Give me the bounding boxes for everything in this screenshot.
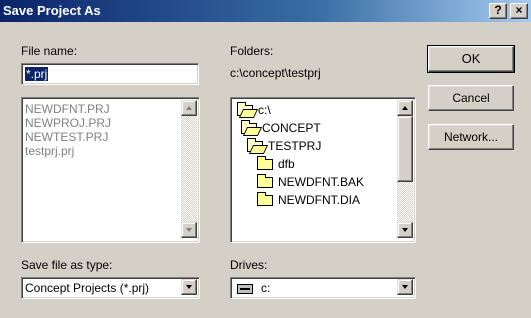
scroll-down-button[interactable] (397, 222, 413, 238)
folder-label: TESTPRJ (268, 139, 322, 153)
chevron-up-icon (402, 106, 408, 110)
hard-drive-icon (237, 284, 253, 294)
drives-dropdown-button[interactable] (397, 279, 413, 295)
scroll-up-button[interactable] (181, 100, 197, 116)
drives-value: c: (261, 281, 271, 295)
file-name-input[interactable]: *.prj (21, 63, 199, 85)
ok-button[interactable]: OK (427, 45, 515, 73)
file-list-item[interactable]: testprj.prj (25, 144, 74, 158)
save-type-label: Save file as type: (21, 258, 113, 272)
scroll-up-button[interactable] (397, 100, 413, 116)
file-list[interactable]: NEWDFNT.PRJ NEWPROJ.PRJ NEWTEST.PRJ test… (21, 97, 200, 243)
network-button[interactable]: Network... (428, 124, 514, 150)
save-type-value: Concept Projects (*.prj) (25, 281, 150, 295)
close-button[interactable]: × (510, 3, 528, 19)
title-bar: Save Project As ? × (0, 0, 531, 22)
folder-label: c:\ (258, 103, 271, 117)
chevron-down-icon (186, 285, 192, 289)
open-folder-icon (237, 102, 253, 116)
folder-icon (257, 156, 273, 170)
file-list-scrollbar[interactable] (181, 100, 197, 238)
cancel-button[interactable]: Cancel (428, 85, 514, 111)
file-list-item[interactable]: NEWPROJ.PRJ (25, 116, 111, 130)
save-type-select[interactable]: Concept Projects (*.prj) (21, 277, 200, 299)
open-folder-icon (241, 120, 257, 134)
folder-label: NEWDFNT.DIA (278, 193, 360, 207)
file-list-item[interactable]: NEWDFNT.PRJ (25, 102, 110, 116)
chevron-down-icon (402, 228, 408, 232)
folder-label: CONCEPT (262, 121, 321, 135)
file-name-label: File name: (21, 44, 78, 58)
chevron-down-icon (186, 228, 192, 232)
folders-label: Folders: (230, 44, 274, 58)
drives-label: Drives: (230, 258, 268, 272)
file-name-value: *.prj (25, 67, 49, 81)
chevron-up-icon (186, 106, 192, 110)
folder-icon (257, 192, 273, 206)
folder-icon (257, 174, 273, 188)
chevron-down-icon (402, 285, 408, 289)
scroll-down-button[interactable] (181, 222, 197, 238)
folder-label: NEWDFNT.BAK (278, 175, 365, 189)
file-list-item[interactable]: NEWTEST.PRJ (25, 130, 108, 144)
help-button[interactable]: ? (489, 3, 507, 19)
folder-label: dfb (278, 157, 295, 171)
folder-tree-scrollbar[interactable] (397, 100, 413, 238)
folder-tree[interactable]: c:\ CONCEPT TESTPRJ dfb NEWDFNT.BAK NEWD… (230, 97, 416, 243)
open-folder-icon (247, 138, 263, 152)
drives-select[interactable]: c: (230, 277, 416, 299)
save-type-dropdown-button[interactable] (181, 279, 197, 295)
scrollbar-thumb[interactable] (397, 116, 413, 182)
current-path: c:\concept\testprj (230, 66, 321, 80)
dialog-title: Save Project As (3, 3, 101, 18)
